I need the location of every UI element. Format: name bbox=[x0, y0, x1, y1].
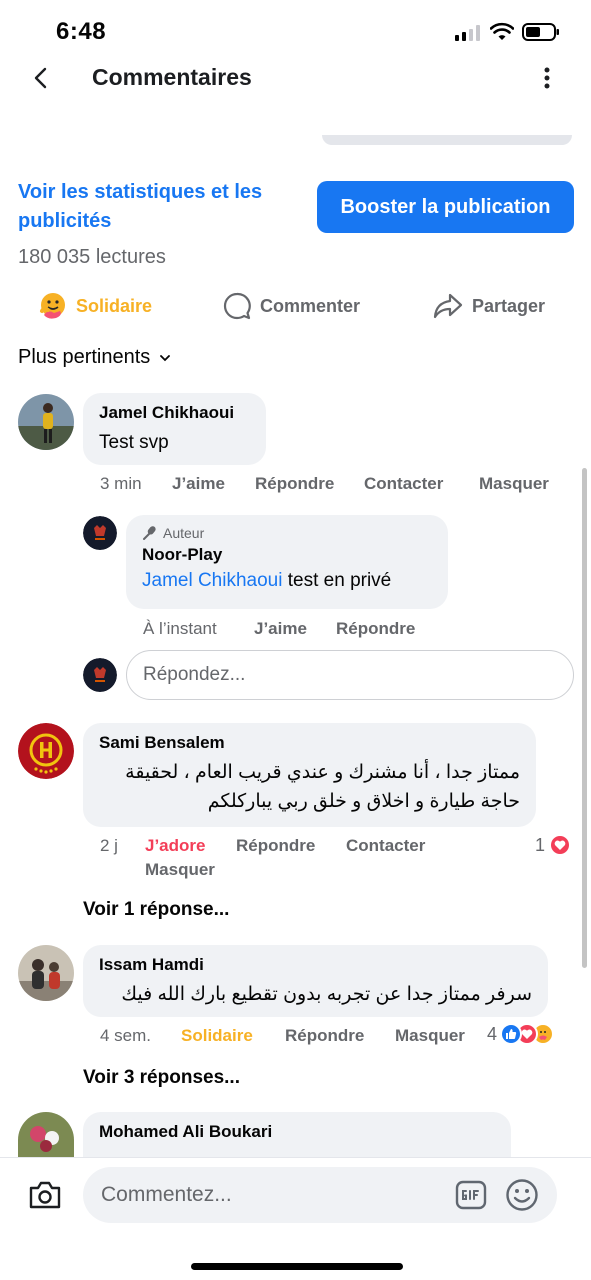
gif-icon[interactable] bbox=[455, 1180, 487, 1210]
club-logo-icon bbox=[18, 723, 74, 779]
avatar[interactable] bbox=[83, 516, 117, 550]
react-label: Solidaire bbox=[76, 295, 153, 316]
hide-button[interactable]: Masquer bbox=[145, 860, 215, 880]
comment-time: 2 j bbox=[100, 836, 118, 855]
chevron-down-icon bbox=[160, 354, 171, 361]
react-button[interactable]: Solidaire bbox=[38, 286, 152, 326]
contact-button[interactable]: Contacter bbox=[364, 474, 443, 494]
share-button[interactable]: Partager bbox=[432, 286, 545, 326]
comment-bubble[interactable]: Issam Hamdi سرفر ممتاز جدا عن تجربه بدون… bbox=[83, 945, 548, 1017]
comment-bubble-icon bbox=[223, 292, 251, 320]
comment-text: سرفر ممتاز جدا عن تجربه بدون تقطيع بارك … bbox=[121, 984, 532, 1005]
reply-meta: À l’instant bbox=[143, 619, 217, 639]
sort-dropdown[interactable]: Plus pertinents bbox=[18, 346, 171, 369]
author-badge-label: Auteur bbox=[163, 525, 205, 541]
post-pill-edge bbox=[322, 135, 572, 145]
comment-label: Commenter bbox=[260, 295, 361, 316]
back-arrow-icon[interactable] bbox=[30, 65, 52, 91]
author-badge: Auteur bbox=[142, 525, 432, 541]
comment-meta: 4 sem. bbox=[100, 1026, 151, 1046]
comment-button[interactable]: Commenter bbox=[222, 286, 360, 326]
comment-meta: 3 min bbox=[100, 474, 142, 494]
comment-text: ممتاز جدا ، أنا مشنرك و عندي قريب العام … bbox=[125, 762, 520, 812]
care-reaction-icon bbox=[40, 293, 65, 319]
care-button[interactable]: Solidaire bbox=[181, 1026, 253, 1046]
avatar[interactable] bbox=[18, 723, 74, 779]
share-arrow-icon bbox=[433, 293, 463, 319]
comment-author[interactable]: Issam Hamdi bbox=[99, 955, 532, 975]
reply-time: À l’instant bbox=[143, 619, 217, 638]
home-indicator bbox=[191, 1263, 403, 1270]
profile-photo-icon bbox=[18, 1112, 74, 1157]
scrollbar[interactable] bbox=[582, 468, 587, 968]
profile-photo-icon bbox=[18, 945, 74, 1001]
camera-icon[interactable] bbox=[28, 1180, 62, 1210]
view-replies-link[interactable]: Voir 1 réponse... bbox=[83, 899, 229, 921]
post-preview-strip bbox=[0, 135, 591, 165]
comment-text: Jamel Chikhaoui test en privé bbox=[142, 566, 432, 595]
comment-time: 3 min bbox=[100, 474, 142, 493]
profile-photo-icon bbox=[18, 394, 74, 450]
page-logo-icon bbox=[83, 516, 117, 550]
comment-author[interactable]: Sami Bensalem bbox=[99, 733, 520, 753]
emoji-icon[interactable] bbox=[505, 1178, 539, 1212]
like-button[interactable]: J’aime bbox=[172, 474, 225, 494]
reaction-count[interactable]: 1 bbox=[535, 834, 572, 856]
reply-button[interactable]: Répondre bbox=[285, 1026, 364, 1046]
sort-label: Plus pertinents bbox=[18, 346, 151, 368]
like-reaction-icon bbox=[500, 1023, 523, 1045]
battery-icon bbox=[522, 23, 559, 41]
comment-time: 4 sem. bbox=[100, 1026, 152, 1045]
reply-button[interactable]: Répondre bbox=[236, 836, 315, 856]
mention-link[interactable]: Jamel Chikhaoui bbox=[142, 570, 282, 591]
comment-bubble[interactable]: Mohamed Ali Boukari bbox=[83, 1112, 511, 1157]
reply-button[interactable]: Répondre bbox=[336, 619, 415, 639]
comment-text: Test svp bbox=[99, 432, 169, 453]
hide-button[interactable]: Masquer bbox=[395, 1026, 465, 1046]
status-bar: 6:48 bbox=[0, 0, 591, 60]
status-time: 6:48 bbox=[56, 18, 107, 45]
love-reaction-icon bbox=[549, 834, 572, 856]
comment-author[interactable]: Jamel Chikhaoui bbox=[99, 403, 250, 423]
reply-input[interactable]: Répondez... bbox=[126, 650, 574, 700]
reply-bubble[interactable]: Auteur Noor-Play Jamel Chikhaoui test en… bbox=[126, 515, 448, 609]
comment-author[interactable]: Mohamed Ali Boukari bbox=[99, 1122, 495, 1142]
cellular-signal-icon bbox=[455, 25, 480, 41]
share-label: Partager bbox=[472, 295, 546, 316]
reaction-count[interactable]: 4 bbox=[487, 1023, 555, 1045]
more-options-icon[interactable] bbox=[536, 65, 558, 91]
view-replies-link[interactable]: Voir 3 réponses... bbox=[83, 1067, 240, 1089]
microphone-icon bbox=[143, 526, 156, 540]
avatar[interactable] bbox=[18, 945, 74, 1001]
like-button[interactable]: J’aime bbox=[254, 619, 307, 639]
page-title: Commentaires bbox=[92, 64, 252, 90]
comment-meta: 2 j bbox=[100, 836, 118, 856]
view-stats-link[interactable]: Voir les statistiques et les publicités bbox=[18, 178, 298, 236]
avatar bbox=[83, 658, 117, 692]
comment-bubble[interactable]: Jamel Chikhaoui Test svp bbox=[83, 393, 266, 465]
contact-button[interactable]: Contacter bbox=[346, 836, 425, 856]
love-button[interactable]: J’adore bbox=[145, 836, 205, 856]
page-logo-icon bbox=[83, 658, 117, 692]
reaction-total: 4 bbox=[487, 1023, 498, 1044]
avatar[interactable] bbox=[18, 1112, 74, 1157]
hide-button[interactable]: Masquer bbox=[479, 474, 549, 494]
reply-button[interactable]: Répondre bbox=[255, 474, 334, 494]
wifi-icon bbox=[490, 22, 514, 40]
avatar[interactable] bbox=[18, 394, 74, 450]
reply-text: test en privé bbox=[282, 570, 392, 591]
boost-post-button[interactable]: Booster la publication bbox=[317, 181, 574, 233]
reads-count: 180 035 lectures bbox=[18, 246, 166, 268]
comment-composer: Commentez... bbox=[0, 1157, 591, 1280]
header: Commentaires bbox=[0, 55, 591, 105]
reaction-total: 1 bbox=[535, 834, 546, 855]
comment-bubble[interactable]: Sami Bensalem ممتاز جدا ، أنا مشنرك و عن… bbox=[83, 723, 536, 827]
comment-author[interactable]: Noor-Play bbox=[142, 545, 432, 565]
